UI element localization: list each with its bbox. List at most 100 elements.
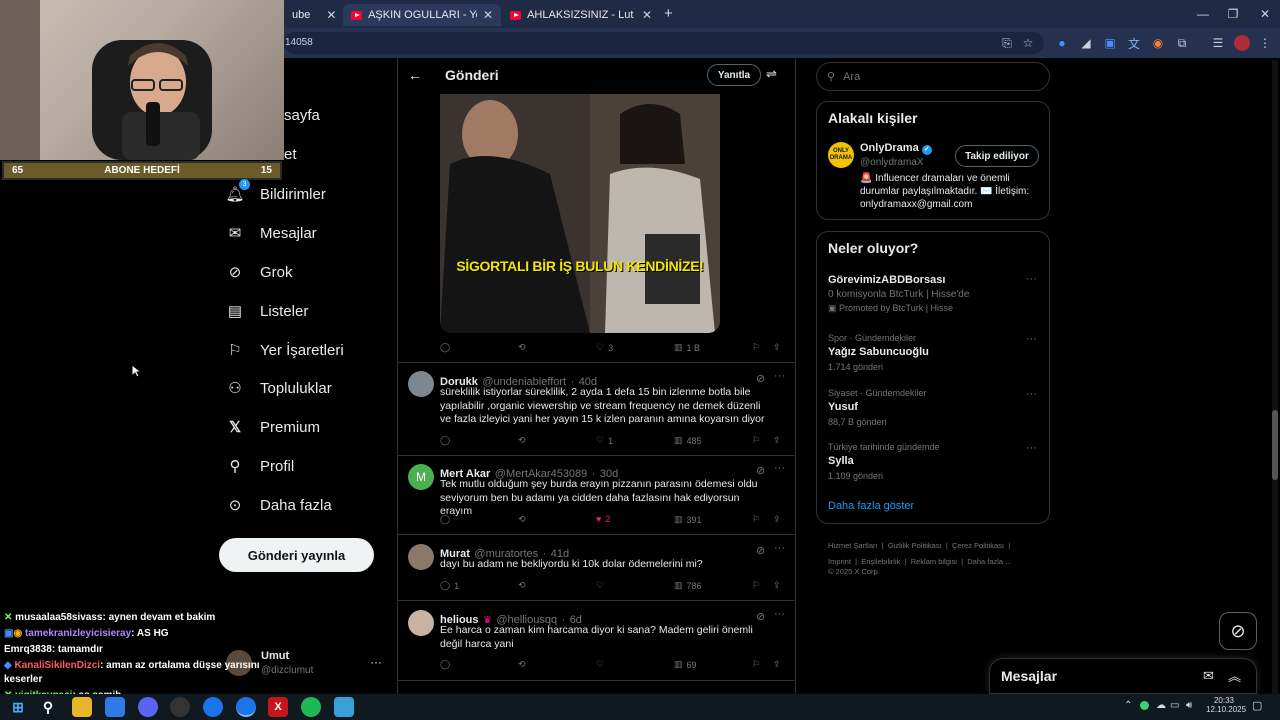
close-icon[interactable]: ✕ (483, 8, 493, 22)
footer-link[interactable]: Imprint (828, 557, 851, 566)
bookmark-action[interactable]: ⚐ (752, 342, 760, 353)
discord-icon[interactable] (138, 697, 158, 717)
show-more-link[interactable]: Daha fazla göster (828, 500, 914, 512)
chrome-icon[interactable] (236, 697, 256, 717)
trend-item[interactable]: GörevimizABDBorsası 0 komisyonla BtcTurk… (828, 274, 969, 314)
account-more-icon[interactable]: ··· (370, 655, 382, 669)
bookmark-action[interactable]: ⚐ (752, 659, 760, 670)
tray-chevron-icon[interactable]: ⌃ (1124, 700, 1132, 711)
clock[interactable]: 20:33 12.10.2025 (1206, 696, 1246, 714)
network-icon[interactable]: ▭ (1170, 700, 1179, 711)
nav-explore-label[interactable]: et (284, 146, 297, 163)
footer-link[interactable]: Gizlilik Politikası (888, 541, 942, 550)
views-action[interactable]: ▥ 69 (674, 659, 697, 670)
more-options-icon[interactable]: ··· (774, 608, 785, 620)
post-button[interactable]: Gönderi yayınla (219, 538, 374, 572)
app-icon[interactable] (334, 697, 354, 717)
footer-link[interactable]: Erişilebilirlik (861, 557, 900, 566)
footer-link[interactable]: Reklam bilgisi (911, 557, 957, 566)
trend-item[interactable]: Türkiye tarihinde gündemde Sylla 1.109 g… (828, 442, 940, 481)
views-action[interactable]: ▥ 786 (674, 580, 702, 591)
new-message-icon[interactable]: ✉ (1203, 668, 1214, 684)
like-action[interactable]: ♡ (596, 580, 604, 591)
chevron-up-icon[interactable]: ︽ (1228, 666, 1241, 685)
share-action[interactable]: ⇪ (773, 435, 781, 446)
nav-item-bookmarks[interactable]: ⚐ Yer İşaretleri (226, 335, 343, 365)
kebab-menu-icon[interactable]: ⋮ (1256, 34, 1274, 52)
grok-icon[interactable]: ⊘ (756, 464, 765, 477)
reply-action[interactable]: ◯ (440, 342, 450, 353)
avatar[interactable] (408, 371, 434, 397)
back-arrow-icon[interactable]: ← (408, 67, 422, 83)
views-action[interactable]: ▥ 485 (674, 435, 702, 446)
nav-home-label[interactable]: sayfa (284, 107, 320, 124)
following-button[interactable]: Takip ediliyor (955, 145, 1039, 167)
settings-sliders-icon[interactable]: ⇌ (766, 66, 777, 82)
like-action[interactable]: ♥ 2 (596, 514, 610, 524)
grok-icon[interactable]: ⊘ (756, 610, 765, 623)
share-action[interactable]: ⇪ (773, 659, 781, 670)
share-action[interactable]: ⇪ (773, 514, 781, 525)
grok-icon[interactable]: ⊘ (756, 372, 765, 385)
extension-icon[interactable]: ▣ (1101, 34, 1119, 52)
nav-item-premium[interactable]: 𝕏 Premium (226, 412, 320, 442)
grok-floating-icon[interactable]: ⊘ (1219, 612, 1257, 650)
footer-link[interactable]: Hizmet Şartları (828, 541, 878, 550)
nav-item-profile[interactable]: ⚲ Profil (226, 451, 295, 481)
share-action[interactable]: ⇪ (773, 342, 781, 353)
repost-action[interactable]: ⟲ (518, 659, 526, 670)
repost-action[interactable]: ⟲ (518, 514, 526, 525)
nav-item-more[interactable]: ⊙ Daha fazla (226, 490, 332, 520)
star-icon[interactable]: ☆ (1019, 34, 1037, 52)
notification-center-icon[interactable]: ▢ (1252, 699, 1262, 712)
volume-icon[interactable]: 🔊︎ (1186, 700, 1192, 711)
reply-action[interactable]: ◯ (440, 435, 450, 446)
avatar[interactable] (408, 544, 434, 570)
views-action[interactable]: ▥ 391 (674, 514, 702, 525)
share-action[interactable]: ⇪ (773, 580, 781, 591)
nav-item-messages[interactable]: ✉ Mesajlar (226, 218, 317, 248)
reply-action[interactable]: ◯ 1 (440, 580, 459, 591)
avatar[interactable]: ONLY DRAMA (828, 142, 854, 168)
nav-item-communities[interactable]: ⚇ Topluluklar (226, 373, 331, 403)
more-options-icon[interactable]: ··· (1026, 273, 1037, 285)
nav-item-lists[interactable]: ▤ Listeler (226, 296, 308, 326)
repost-action[interactable]: ⟲ (518, 580, 526, 591)
like-action[interactable]: ♡ 1 (596, 435, 613, 446)
more-options-icon[interactable]: ··· (1026, 442, 1037, 454)
browser-tab[interactable]: AHLAKSIZSINIZ - Lut kavminde ✕ (502, 4, 660, 26)
bookmark-action[interactable]: ⚐ (752, 435, 760, 446)
trend-item[interactable]: Siyaset · Gündemdekiler Yusuf 88,7 B gön… (828, 388, 927, 427)
bookmark-action[interactable]: ⚐ (752, 514, 760, 525)
more-options-icon[interactable]: ··· (1026, 388, 1037, 400)
repost-action[interactable]: ⟲ (518, 342, 526, 353)
like-action[interactable]: ♡ 3 (596, 342, 613, 353)
reading-list-icon[interactable]: ☰ (1209, 34, 1227, 52)
browser-tab[interactable]: ube ✕ (284, 4, 344, 26)
spotify-icon[interactable] (301, 697, 321, 717)
restore-icon[interactable]: ❐ (1218, 4, 1248, 24)
address-field[interactable] (284, 32, 1044, 54)
extension-icon[interactable]: ◢ (1077, 34, 1095, 52)
avatar[interactable]: M (408, 464, 434, 490)
app-x-icon[interactable]: X (268, 697, 288, 717)
browser-tab[interactable]: AŞKIN OGULLARI - YouTube ✕ (343, 4, 501, 26)
views-action[interactable]: ▥ 1 B (674, 342, 700, 353)
more-options-icon[interactable]: ··· (774, 462, 785, 474)
minimize-icon[interactable]: — (1188, 4, 1218, 24)
grok-icon[interactable]: ⊘ (756, 544, 765, 557)
obs-icon[interactable] (170, 697, 190, 717)
scrollbar-thumb[interactable] (1272, 410, 1278, 480)
bookmark-action[interactable]: ⚐ (752, 580, 760, 591)
more-options-icon[interactable]: ··· (774, 542, 785, 554)
like-action[interactable]: ♡ (596, 659, 604, 670)
file-explorer-icon[interactable] (72, 697, 92, 717)
video-player[interactable]: SİGORTALI BİR İŞ BULUN KENDİNİZE! (440, 94, 720, 333)
nav-item-notifications[interactable]: 🔔︎ 3 Bildirimler (225, 179, 326, 209)
tray-app-icon[interactable] (1140, 701, 1149, 710)
puzzle-icon[interactable]: ⧉ (1173, 34, 1191, 52)
more-options-icon[interactable]: ··· (1026, 333, 1037, 345)
scrollbar[interactable] (1272, 60, 1278, 694)
tray-app-icon[interactable]: ☁ (1156, 700, 1166, 711)
trend-item[interactable]: Spor · Gündemdekiler Yağız Sabuncuoğlu 1… (828, 333, 929, 372)
